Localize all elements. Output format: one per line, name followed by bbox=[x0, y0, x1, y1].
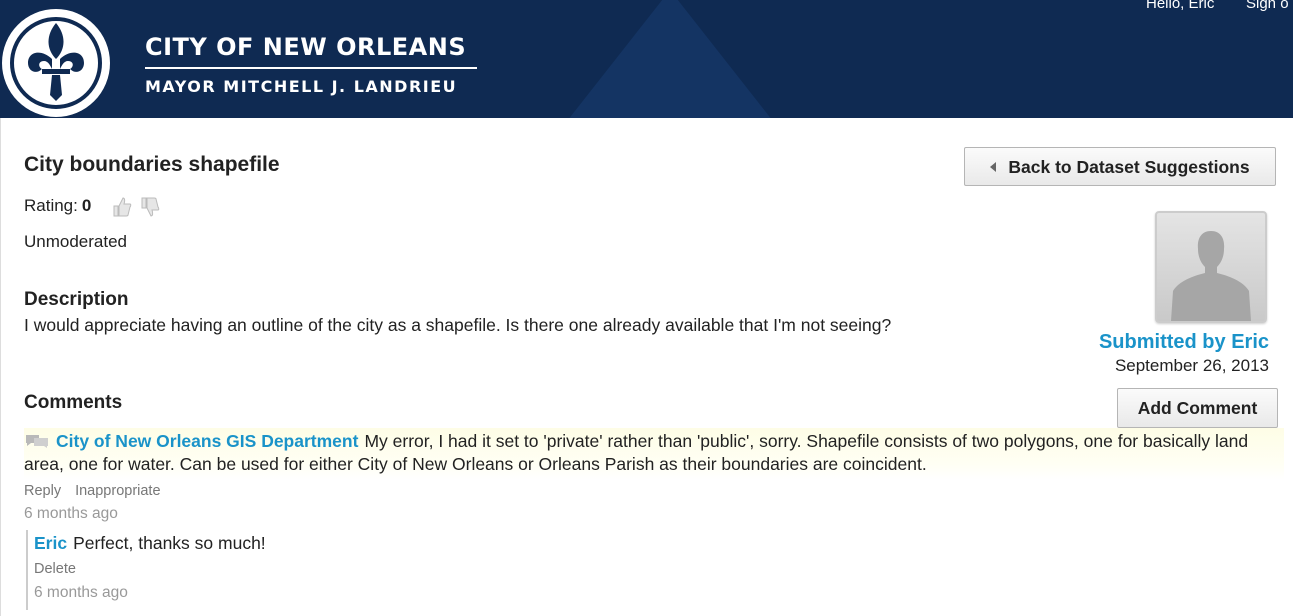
moderation-status: Unmoderated bbox=[24, 232, 128, 251]
user-greeting[interactable]: Hello, Eric bbox=[1146, 0, 1214, 12]
thumbs-down-icon[interactable] bbox=[140, 196, 160, 218]
back-button-label: Back to Dataset Suggestions bbox=[1008, 157, 1250, 177]
comment-body: City of New Orleans GIS Department My err… bbox=[24, 430, 1286, 476]
comment-timestamp: 6 months ago bbox=[24, 505, 118, 522]
mayor-name: MAYOR MITCHELL J. LANDRIEU bbox=[145, 77, 458, 96]
description-heading: Description bbox=[24, 289, 129, 310]
reply-item: Eric Perfect, thanks so much! bbox=[34, 533, 266, 554]
comment-author-link[interactable]: City of New Orleans GIS Department bbox=[56, 431, 358, 451]
comment-actions: Reply Inappropriate bbox=[24, 483, 175, 499]
submitter-avatar[interactable] bbox=[1155, 211, 1267, 323]
submitted-by-link[interactable]: Submitted by Eric bbox=[1099, 331, 1269, 354]
reply-author-link[interactable]: Eric bbox=[34, 533, 67, 553]
fleur-de-lis-icon bbox=[10, 17, 102, 109]
city-seal-logo[interactable] bbox=[2, 9, 110, 117]
rating: Rating: 0 bbox=[24, 196, 91, 216]
comments-heading: Comments bbox=[24, 392, 123, 413]
person-silhouette-icon bbox=[1171, 231, 1251, 321]
city-name: CITY OF NEW ORLEANS bbox=[145, 33, 467, 61]
rating-value: 0 bbox=[81, 196, 92, 215]
comment-item: City of New Orleans GIS Department My err… bbox=[24, 428, 1284, 480]
delete-link[interactable]: Delete bbox=[34, 561, 76, 577]
description-text: I would appreciate having an outline of … bbox=[24, 315, 892, 335]
reply-timestamp: 6 months ago bbox=[34, 584, 128, 601]
page-title: City boundaries shapefile bbox=[24, 153, 280, 176]
reply-thread-bar bbox=[26, 530, 28, 610]
inappropriate-link[interactable]: Inappropriate bbox=[75, 483, 160, 499]
sign-out-link[interactable]: Sign o bbox=[1246, 0, 1289, 12]
site-header: CITY OF NEW ORLEANS MAYOR MITCHELL J. LA… bbox=[0, 0, 1293, 118]
reply-actions: Delete bbox=[34, 561, 76, 577]
submitted-date: September 26, 2013 bbox=[1114, 356, 1269, 375]
thumbs-up-icon[interactable] bbox=[112, 196, 132, 218]
speech-bubble-icon bbox=[26, 435, 48, 448]
content-left-border bbox=[0, 118, 1, 616]
add-comment-button[interactable]: Add Comment bbox=[1117, 388, 1278, 428]
reply-link[interactable]: Reply bbox=[24, 483, 61, 499]
header-divider bbox=[145, 67, 477, 69]
back-to-suggestions-button[interactable]: Back to Dataset Suggestions bbox=[964, 147, 1276, 186]
header-background-shape bbox=[560, 0, 780, 118]
reply-text: Perfect, thanks so much! bbox=[73, 533, 266, 553]
caret-left-icon bbox=[990, 162, 997, 172]
rating-label: Rating: bbox=[24, 196, 78, 215]
